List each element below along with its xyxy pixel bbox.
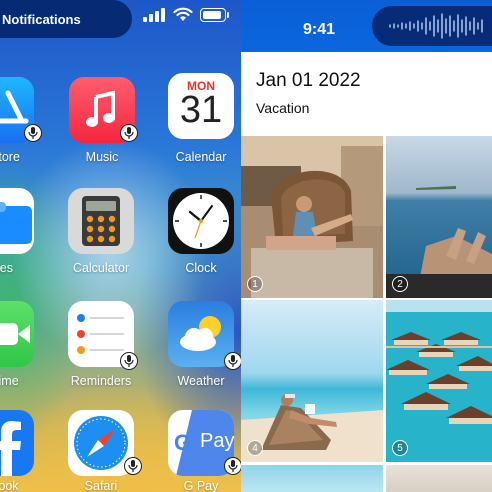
calculator-app[interactable]	[68, 188, 134, 254]
photo-number-badge: 1	[247, 276, 263, 292]
app-label-files: les	[0, 261, 13, 275]
photo-thumbnail[interactable]	[241, 465, 383, 492]
app-label-music: Music	[85, 150, 119, 164]
mic-badge	[120, 352, 138, 370]
wifi-icon	[173, 7, 193, 21]
facetime-app[interactable]	[0, 301, 34, 367]
app-label-facetime: Time	[0, 374, 19, 388]
notifications-pill[interactable]: Notifications	[0, 0, 132, 38]
mic-badge	[224, 352, 241, 370]
facebook-app[interactable]	[0, 410, 34, 476]
app-label-safari: Safari	[84, 479, 118, 492]
photo-number-badge: 2	[392, 276, 408, 292]
photos-screen: 9:41 Jan 01 2022 Vacation 1 2 4 5	[241, 0, 492, 492]
facetime-icon	[0, 323, 30, 345]
cellular-signal-icon	[143, 7, 167, 22]
photo-thumbnail[interactable]: 5	[386, 300, 492, 462]
photo-image	[241, 136, 383, 298]
photo-image	[386, 300, 492, 462]
dynamic-island[interactable]	[372, 6, 492, 46]
photo-thumbnail[interactable]: 1	[241, 136, 383, 298]
app-label-weather: Weather	[177, 374, 225, 388]
mic-badge	[224, 457, 241, 475]
app-label-store: Store	[0, 150, 20, 164]
files-app[interactable]	[0, 188, 34, 254]
photo-thumbnail[interactable]	[386, 465, 492, 492]
files-icon	[0, 202, 32, 244]
app-label-calculator: Calculator	[72, 261, 130, 275]
app-label-facebook: book	[0, 479, 19, 492]
google-pay-text: Pay	[200, 430, 234, 452]
calculator-icon	[82, 196, 120, 246]
waveform-icon	[389, 13, 483, 39]
clock-app[interactable]	[168, 188, 234, 254]
mic-badge	[124, 457, 142, 475]
photo-image	[386, 136, 492, 298]
mic-badge	[120, 124, 138, 142]
app-label-clock: Clock	[185, 261, 217, 275]
status-time: 9:41	[303, 21, 336, 38]
notifications-label: Notifications	[2, 12, 81, 27]
photo-number-badge: 5	[392, 440, 408, 456]
facebook-icon	[0, 421, 21, 476]
album-date: Jan 01 2022	[256, 70, 361, 91]
home-screen: Notifications Store Music MON 31	[0, 0, 241, 492]
status-bar: 9:41	[241, 0, 492, 52]
app-label-calendar: Calendar	[175, 150, 227, 164]
album-name: Vacation	[256, 100, 310, 116]
photo-number-badge: 4	[247, 440, 263, 456]
battery-icon	[200, 8, 229, 22]
photo-thumbnail[interactable]: 2	[386, 136, 492, 298]
calendar-app[interactable]: MON 31	[168, 73, 234, 139]
app-label-reminders: Reminders	[70, 374, 132, 388]
clock-icon	[173, 193, 229, 249]
svg-text:G: G	[174, 430, 191, 455]
photo-image	[241, 300, 383, 462]
app-label-google-pay: G Pay	[183, 479, 219, 492]
mic-badge	[24, 124, 42, 142]
photo-thumbnail[interactable]: 4	[241, 300, 383, 462]
calendar-day: 31	[179, 89, 223, 131]
